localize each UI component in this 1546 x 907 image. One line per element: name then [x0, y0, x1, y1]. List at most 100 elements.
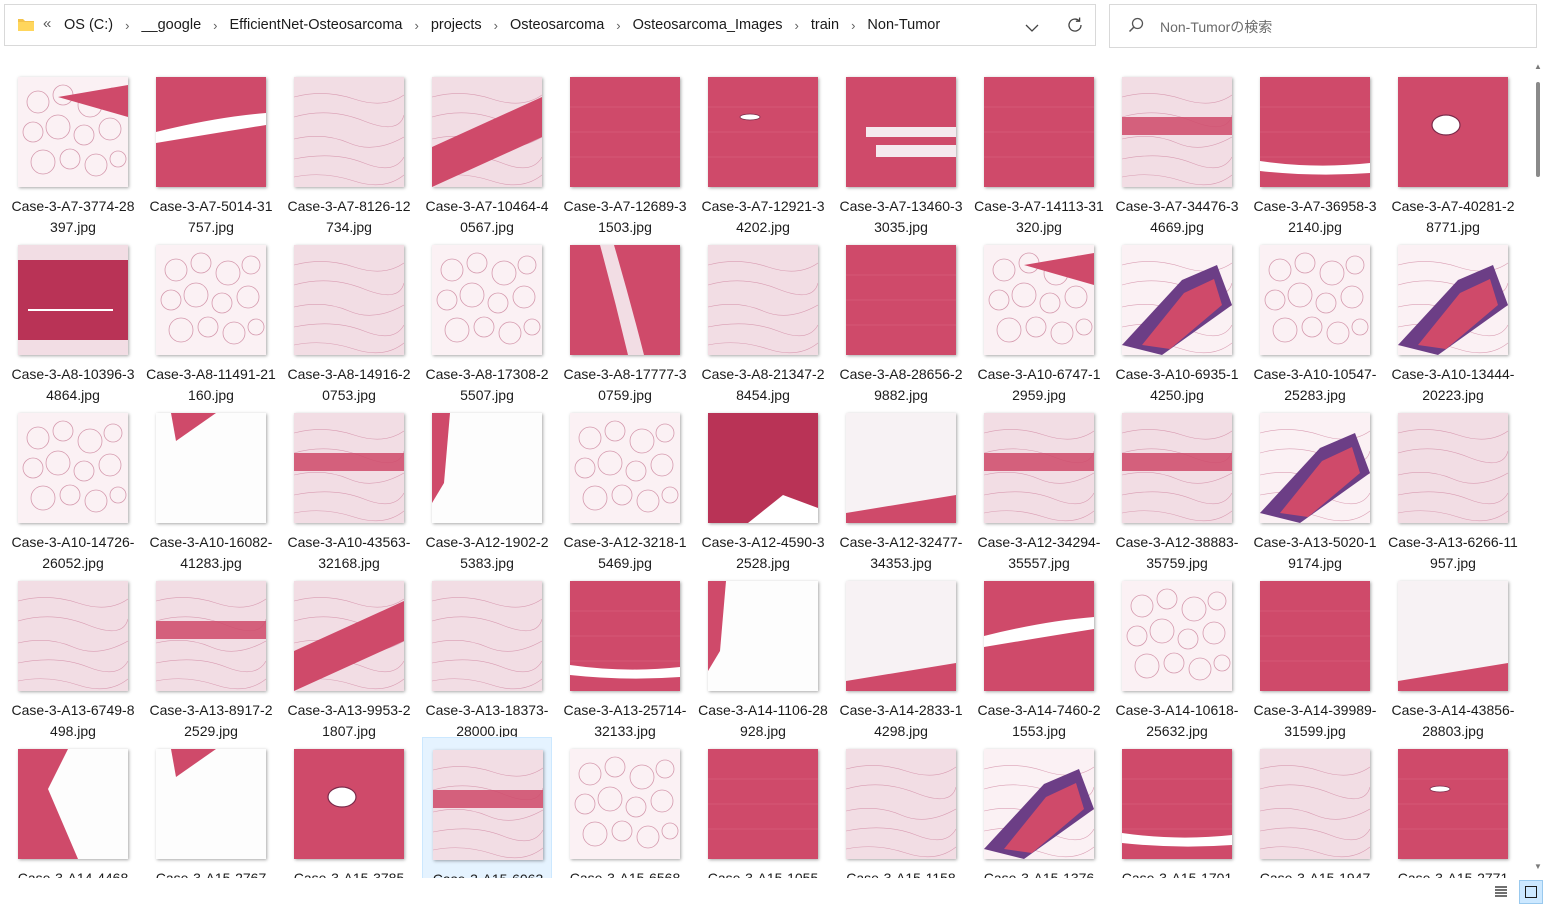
breadcrumb-item[interactable]: __google [141, 17, 201, 33]
file-item[interactable]: Case-3-A7-10464-40567.jpg [422, 65, 552, 235]
file-item[interactable]: Case-3-A7-12689-31503.jpg [560, 65, 690, 235]
file-item[interactable]: Case-3-A15-2771 [1388, 737, 1518, 878]
file-thumbnail [18, 413, 128, 523]
vertical-scrollbar[interactable]: ▲ ▼ [1531, 62, 1545, 878]
file-item[interactable]: Case-3-A12-32477-34353.jpg [836, 401, 966, 571]
address-bar[interactable]: « OS (C:) › __google › EfficientNet-Osteosar… [4, 4, 1096, 46]
file-thumbnail [1398, 413, 1508, 523]
file-item[interactable]: Case-3-A7-14113-31320.jpg [974, 65, 1104, 235]
file-item[interactable]: Case-3-A8-17308-25507.jpg [422, 233, 552, 403]
file-item[interactable]: Case-3-A14-43856-28803.jpg [1388, 569, 1518, 739]
file-thumbnail [1122, 77, 1232, 187]
file-item[interactable]: Case-3-A10-14726-26052.jpg [8, 401, 138, 571]
file-item[interactable]: Case-3-A8-21347-28454.jpg [698, 233, 828, 403]
file-item[interactable]: Case-3-A13-6749-8498.jpg [8, 569, 138, 739]
file-item[interactable]: Case-3-A14-10618-25632.jpg [1112, 569, 1242, 739]
large-icons-view-icon[interactable] [1519, 880, 1543, 904]
file-item[interactable]: Case-3-A7-8126-12734.jpg [284, 65, 414, 235]
scroll-up-arrow-icon[interactable]: ▲ [1534, 62, 1542, 71]
file-item[interactable]: Case-3-A8-11491-21160.jpg [146, 233, 276, 403]
chevron-right-icon[interactable]: › [125, 18, 129, 33]
file-item[interactable]: Case-3-A7-13460-33035.jpg [836, 65, 966, 235]
chevron-right-icon[interactable]: › [851, 18, 855, 33]
file-thumbnail [294, 581, 404, 691]
file-thumbnail [708, 245, 818, 355]
breadcrumb-item[interactable]: Non-Tumor [867, 17, 940, 33]
file-grid: Case-3-A7-3774-28397.jpg Case-3-A7-5014-3… [0, 62, 1528, 878]
file-item[interactable]: Case-3-A15-1376 [974, 737, 1104, 878]
file-item[interactable]: Case-3-A10-10547-25283.jpg [1250, 233, 1380, 403]
file-name: Case-3-A14-39989-31599.jpg [1253, 702, 1377, 739]
search-box[interactable] [1109, 4, 1537, 48]
file-item[interactable]: Case-3-A10-13444-20223.jpg [1388, 233, 1518, 403]
file-item[interactable]: Case-3-A15-1055 [698, 737, 828, 878]
file-item[interactable]: Case-3-A15-6063 [422, 737, 552, 878]
chevron-right-icon[interactable]: › [415, 18, 419, 33]
chevron-right-icon[interactable]: › [494, 18, 498, 33]
breadcrumb-item[interactable]: train [811, 17, 839, 33]
file-item[interactable]: Case-3-A15-3785 [284, 737, 414, 878]
file-item[interactable]: Case-3-A13-18373-28000.jpg [422, 569, 552, 739]
file-item[interactable]: Case-3-A13-5020-19174.jpg [1250, 401, 1380, 571]
file-item[interactable]: Case-3-A7-3774-28397.jpg [8, 65, 138, 235]
file-item[interactable]: Case-3-A12-1902-25383.jpg [422, 401, 552, 571]
chevron-double-left-icon[interactable]: « [43, 15, 51, 32]
file-name: Case-3-A12-1902-25383.jpg [425, 534, 549, 571]
file-item[interactable]: Case-3-A7-36958-32140.jpg [1250, 65, 1380, 235]
file-name: Case-3-A7-40281-28771.jpg [1391, 198, 1515, 235]
file-item[interactable]: Case-3-A14-4468 [8, 737, 138, 878]
file-thumbnail [18, 749, 128, 859]
file-item[interactable]: Case-3-A10-43563-32168.jpg [284, 401, 414, 571]
scroll-down-arrow-icon[interactable]: ▼ [1534, 862, 1542, 871]
file-item[interactable]: Case-3-A15-1701 [1112, 737, 1242, 878]
file-thumbnail [294, 245, 404, 355]
refresh-icon[interactable] [1066, 16, 1084, 39]
breadcrumb-item[interactable]: EfficientNet-Osteosarcoma [230, 17, 403, 33]
file-item[interactable]: Case-3-A13-25714-32133.jpg [560, 569, 690, 739]
chevron-down-icon[interactable] [1025, 20, 1039, 38]
file-item[interactable]: Case-3-A15-6568 [560, 737, 690, 878]
file-item[interactable]: Case-3-A13-9953-21807.jpg [284, 569, 414, 739]
file-item[interactable]: Case-3-A15-1158 [836, 737, 966, 878]
file-item[interactable]: Case-3-A8-28656-29882.jpg [836, 233, 966, 403]
file-item[interactable]: Case-3-A14-39989-31599.jpg [1250, 569, 1380, 739]
file-item[interactable]: Case-3-A14-1106-28928.jpg [698, 569, 828, 739]
scrollbar-thumb[interactable] [1536, 82, 1540, 177]
file-item[interactable]: Case-3-A8-14916-20753.jpg [284, 233, 414, 403]
breadcrumb-item[interactable]: Osteosarcoma [510, 17, 604, 33]
chevron-right-icon[interactable]: › [616, 18, 620, 33]
file-item[interactable]: Case-3-A12-34294-35557.jpg [974, 401, 1104, 571]
breadcrumb-item[interactable]: Osteosarcoma_Images [633, 17, 783, 33]
file-item[interactable]: Case-3-A13-6266-11957.jpg [1388, 401, 1518, 571]
file-name: Case-3-A7-5014-31757.jpg [149, 198, 273, 235]
file-item[interactable]: Case-3-A14-7460-21553.jpg [974, 569, 1104, 739]
file-item[interactable]: Case-3-A15-1947 [1250, 737, 1380, 878]
file-item[interactable]: Case-3-A12-38883-35759.jpg [1112, 401, 1242, 571]
breadcrumb-item[interactable]: OS (C:) [64, 17, 113, 33]
file-item[interactable]: Case-3-A14-2833-14298.jpg [836, 569, 966, 739]
file-item[interactable]: Case-3-A10-6747-12959.jpg [974, 233, 1104, 403]
chevron-right-icon[interactable]: › [213, 18, 217, 33]
file-item[interactable]: Case-3-A15-2767 [146, 737, 276, 878]
file-item[interactable]: Case-3-A8-10396-34864.jpg [8, 233, 138, 403]
file-item[interactable]: Case-3-A7-5014-31757.jpg [146, 65, 276, 235]
file-item[interactable]: Case-3-A7-34476-34669.jpg [1112, 65, 1242, 235]
file-name: Case-3-A13-8917-22529.jpg [149, 702, 273, 739]
file-item[interactable]: Case-3-A12-3218-15469.jpg [560, 401, 690, 571]
file-name: Case-3-A15-1376 [983, 870, 1095, 878]
file-thumbnail [1122, 245, 1232, 355]
file-name: Case-3-A15-2771 [1397, 870, 1509, 878]
file-item[interactable]: Case-3-A8-17777-30759.jpg [560, 233, 690, 403]
file-item[interactable]: Case-3-A12-4590-32528.jpg [698, 401, 828, 571]
chevron-right-icon[interactable]: › [795, 18, 799, 33]
file-thumbnail [294, 77, 404, 187]
file-item[interactable]: Case-3-A7-12921-34202.jpg [698, 65, 828, 235]
breadcrumb-item[interactable]: projects [431, 17, 482, 33]
search-input[interactable] [1158, 15, 1522, 39]
file-item[interactable]: Case-3-A7-40281-28771.jpg [1388, 65, 1518, 235]
file-item[interactable]: Case-3-A13-8917-22529.jpg [146, 569, 276, 739]
details-view-icon[interactable] [1493, 884, 1509, 905]
file-item[interactable]: Case-3-A10-6935-14250.jpg [1112, 233, 1242, 403]
file-item[interactable]: Case-3-A10-16082-41283.jpg [146, 401, 276, 571]
file-name: Case-3-A8-10396-34864.jpg [11, 366, 135, 403]
